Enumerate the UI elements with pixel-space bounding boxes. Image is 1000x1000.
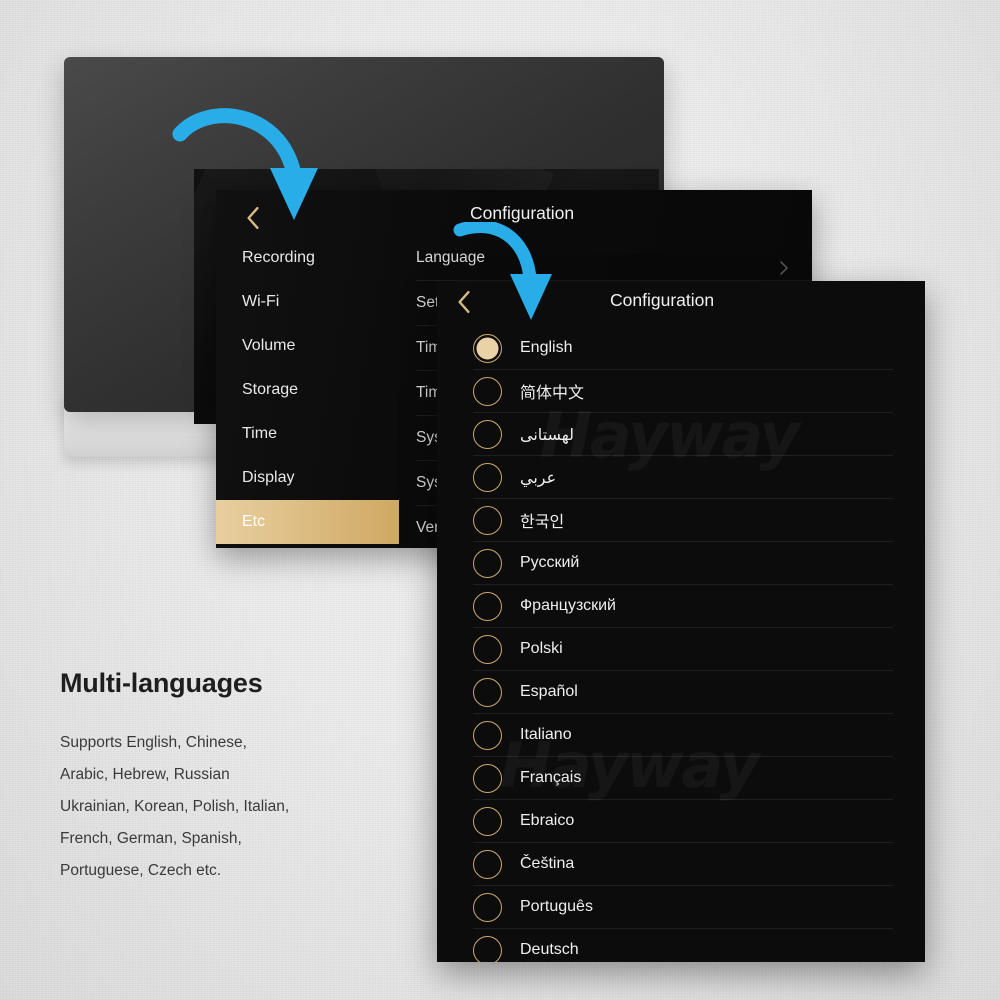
- settings-menu-list: Recording Wi-Fi Volume Storage Time Disp…: [216, 236, 399, 544]
- chevron-right-icon: [778, 250, 790, 275]
- language-row-portuguese[interactable]: Português: [473, 886, 893, 929]
- settings-menu-item-time[interactable]: Time: [216, 412, 392, 456]
- caption-line: Supports English, Chinese,: [60, 734, 247, 751]
- language-label: Русский: [520, 554, 580, 571]
- language-row-polish[interactable]: Polski: [473, 628, 893, 671]
- language-row-french-ru[interactable]: Французский: [473, 585, 893, 628]
- caption-line: Ukrainian, Korean, Polish, Italian,: [60, 798, 290, 815]
- caption-line: Portuguese, Czech etc.: [60, 862, 222, 879]
- radio-unselected[interactable]: [473, 806, 502, 836]
- page-title: Multi-languages: [60, 668, 263, 698]
- language-list: English 简体中文 لهستانی عربي 한국인 Русский Фр…: [437, 327, 925, 962]
- menu-label: Display: [242, 469, 295, 486]
- radio-unselected[interactable]: [473, 419, 502, 449]
- language-label: Polski: [520, 640, 563, 657]
- menu-label: Time: [242, 425, 277, 442]
- caption-line: Arabic, Hebrew, Russian: [60, 766, 230, 783]
- radio-unselected[interactable]: [473, 720, 502, 750]
- menu-label: Wi-Fi: [242, 293, 280, 310]
- language-label: Español: [520, 683, 578, 700]
- radio-unselected[interactable]: [473, 677, 502, 707]
- language-label: Português: [520, 898, 593, 915]
- settings-menu-item-display[interactable]: Display: [216, 456, 392, 500]
- caption-line: French, German, Spanish,: [60, 830, 242, 847]
- caption-block: Multi-languages Supports English, Chines…: [60, 668, 390, 887]
- language-row-czech[interactable]: Čeština: [473, 843, 893, 886]
- language-row-german[interactable]: Deutsch: [473, 929, 893, 962]
- language-label: Čeština: [520, 855, 575, 872]
- radio-unselected[interactable]: [473, 376, 502, 406]
- language-label: Ebraico: [520, 812, 575, 829]
- radio-unselected[interactable]: [473, 505, 502, 535]
- language-panel-title: Configuration: [610, 290, 715, 310]
- sub-label: Language: [416, 249, 485, 266]
- radio-unselected[interactable]: [473, 849, 502, 879]
- language-label: Italiano: [520, 726, 572, 743]
- radio-selected[interactable]: [473, 333, 502, 363]
- language-row-persian[interactable]: لهستانی: [473, 413, 893, 456]
- menu-label: Recording: [242, 249, 315, 266]
- language-row-hebrew[interactable]: Ebraico: [473, 800, 893, 843]
- language-row-spanish[interactable]: Español: [473, 671, 893, 714]
- language-label: عربي: [520, 467, 557, 487]
- language-label: Français: [520, 769, 582, 786]
- language-label: English: [520, 339, 573, 356]
- language-label: 한국인: [520, 512, 565, 531]
- settings-panel-title: Configuration: [470, 203, 575, 223]
- settings-menu-item-wifi[interactable]: Wi-Fi: [216, 280, 392, 324]
- settings-menu-item-recording[interactable]: Recording: [216, 236, 392, 280]
- settings-sub-item-language[interactable]: Language: [416, 236, 812, 281]
- language-row-chinese[interactable]: 简体中文: [473, 370, 893, 413]
- language-label: 简体中文: [520, 383, 585, 402]
- menu-label: Etc: [242, 513, 266, 530]
- radio-unselected[interactable]: [473, 548, 502, 578]
- radio-unselected[interactable]: [473, 462, 502, 492]
- language-row-english[interactable]: English: [473, 327, 893, 370]
- language-panel: Hayway Hayway Configuration English 简体中文…: [437, 281, 925, 962]
- radio-unselected[interactable]: [473, 935, 502, 962]
- language-label: Deutsch: [520, 941, 579, 958]
- language-row-russian[interactable]: Русский: [473, 542, 893, 585]
- radio-unselected[interactable]: [473, 892, 502, 922]
- language-row-italian[interactable]: Italiano: [473, 714, 893, 757]
- radio-unselected[interactable]: [473, 763, 502, 793]
- language-label: لهستانی: [520, 424, 575, 444]
- settings-menu-item-storage[interactable]: Storage: [216, 368, 392, 412]
- menu-label: Storage: [242, 381, 299, 398]
- settings-menu-item-etc[interactable]: Etc: [216, 500, 399, 544]
- language-label: Французский: [520, 597, 616, 614]
- radio-unselected[interactable]: [473, 591, 502, 621]
- language-row-korean[interactable]: 한국인: [473, 499, 893, 542]
- chevron-left-icon[interactable]: [244, 206, 266, 232]
- caption-body: Supports English, Chinese, Arabic, Hebre…: [60, 727, 390, 887]
- language-row-french[interactable]: Français: [473, 757, 893, 800]
- radio-unselected[interactable]: [473, 634, 502, 664]
- language-row-arabic[interactable]: عربي: [473, 456, 893, 499]
- settings-menu-item-volume[interactable]: Volume: [216, 324, 392, 368]
- chevron-left-icon[interactable]: [455, 290, 477, 316]
- menu-label: Volume: [242, 337, 296, 354]
